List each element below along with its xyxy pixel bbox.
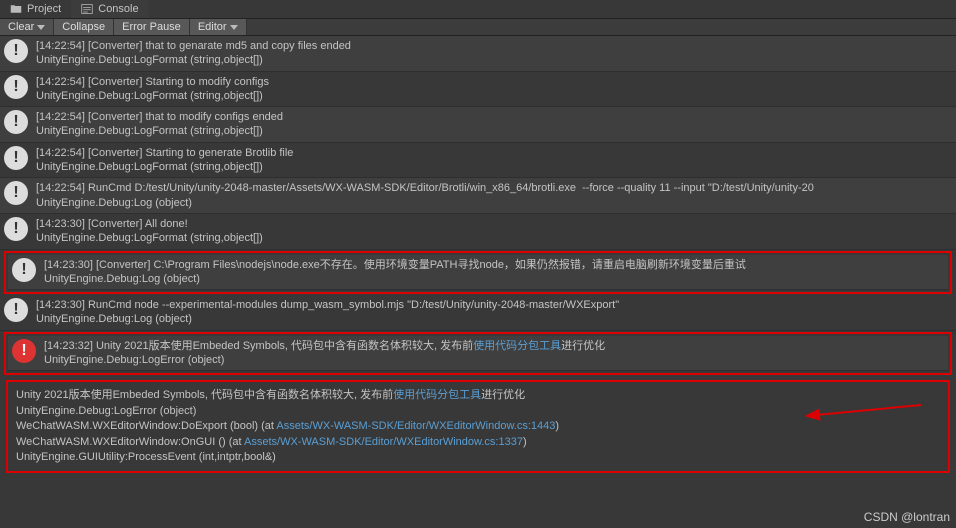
collapse-button[interactable]: Collapse	[54, 19, 114, 35]
log-row[interactable]: ! [14:22:54] [Converter] that to modify c…	[0, 107, 956, 143]
log-row[interactable]: ! [14:22:54] [Converter] that to genarate…	[0, 36, 956, 72]
detail-panel: Unity 2021版本使用Embeded Symbols, 代码包中含有函数名…	[6, 380, 950, 473]
log-row[interactable]: ! [14:23:30] [Converter] C:\Program Files…	[8, 255, 948, 291]
log-message: [14:23:30] [Converter] C:\Program Files\…	[44, 258, 944, 287]
info-icon: !	[4, 181, 28, 205]
error-icon: !	[12, 339, 36, 363]
link[interactable]: 使用代码分包工具	[393, 389, 481, 401]
info-icon: !	[12, 258, 36, 282]
detail-line: WeChatWASM.WXEditorWindow:DoExport (bool…	[16, 419, 940, 434]
log-message: [14:22:54] [Converter] that to genarate …	[36, 39, 952, 68]
info-icon: !	[4, 298, 28, 322]
log-row[interactable]: ! [14:22:54] [Converter] Starting to gene…	[0, 143, 956, 179]
log-row[interactable]: ! [14:23:30] [Converter] All done! UnityE…	[0, 214, 956, 250]
log-message: [14:23:30] RunCmd node --experimental-mo…	[36, 298, 952, 327]
highlight-box: ! [14:23:32] Unity 2021版本使用Embeded Symbol…	[4, 332, 952, 376]
log-row[interactable]: ! [14:23:32] Unity 2021版本使用Embeded Symbol…	[8, 336, 948, 372]
log-row[interactable]: ! [14:22:54] [Converter] Starting to modi…	[0, 72, 956, 108]
info-icon: !	[4, 75, 28, 99]
log-row[interactable]: ! [14:22:54] RunCmd D:/test/Unity/unity-2…	[0, 178, 956, 214]
chevron-down-icon	[230, 25, 238, 30]
tab-console-label: Console	[98, 3, 138, 15]
info-icon: !	[4, 110, 28, 134]
log-message: [14:23:32] Unity 2021版本使用Embeded Symbols…	[44, 339, 944, 368]
console-icon	[81, 3, 93, 15]
detail-line: Unity 2021版本使用Embeded Symbols, 代码包中含有函数名…	[16, 388, 940, 403]
editor-button[interactable]: Editor	[190, 19, 247, 35]
chevron-down-icon	[37, 25, 45, 30]
error-pause-button[interactable]: Error Pause	[114, 19, 190, 35]
log-list: ! [14:22:54] [Converter] that to genarate…	[0, 36, 956, 376]
folder-icon	[10, 3, 22, 15]
highlight-box: ! [14:23:30] [Converter] C:\Program Files…	[4, 251, 952, 295]
log-message: [14:22:54] RunCmd D:/test/Unity/unity-20…	[36, 181, 952, 210]
log-row[interactable]: ! [14:23:30] RunCmd node --experimental-m…	[0, 295, 956, 331]
tab-console[interactable]: Console	[71, 0, 148, 18]
tab-project-label: Project	[27, 3, 61, 15]
log-message: [14:22:54] [Converter] Starting to modif…	[36, 75, 952, 104]
link[interactable]: 使用代码分包工具	[473, 340, 561, 352]
watermark: CSDN @lontran	[864, 510, 950, 524]
link[interactable]: Assets/WX-WASM-SDK/Editor/WXEditorWindow…	[276, 420, 555, 432]
toolbar: Clear Collapse Error Pause Editor	[0, 19, 956, 36]
info-icon: !	[4, 217, 28, 241]
log-message: [14:22:54] [Converter] Starting to gener…	[36, 146, 952, 175]
log-message: [14:23:30] [Converter] All done! UnityEn…	[36, 217, 952, 246]
link[interactable]: Assets/WX-WASM-SDK/Editor/WXEditorWindow…	[244, 436, 523, 448]
detail-line: WeChatWASM.WXEditorWindow:OnGUI () (at A…	[16, 435, 940, 450]
info-icon: !	[4, 146, 28, 170]
clear-button[interactable]: Clear	[0, 19, 54, 35]
tab-bar: Project Console	[0, 0, 956, 19]
tab-project[interactable]: Project	[0, 0, 71, 18]
detail-line: UnityEngine.Debug:LogError (object)	[16, 404, 940, 419]
detail-line: UnityEngine.GUIUtility:ProcessEvent (int…	[16, 450, 940, 465]
info-icon: !	[4, 39, 28, 63]
log-message: [14:22:54] [Converter] that to modify co…	[36, 110, 952, 139]
